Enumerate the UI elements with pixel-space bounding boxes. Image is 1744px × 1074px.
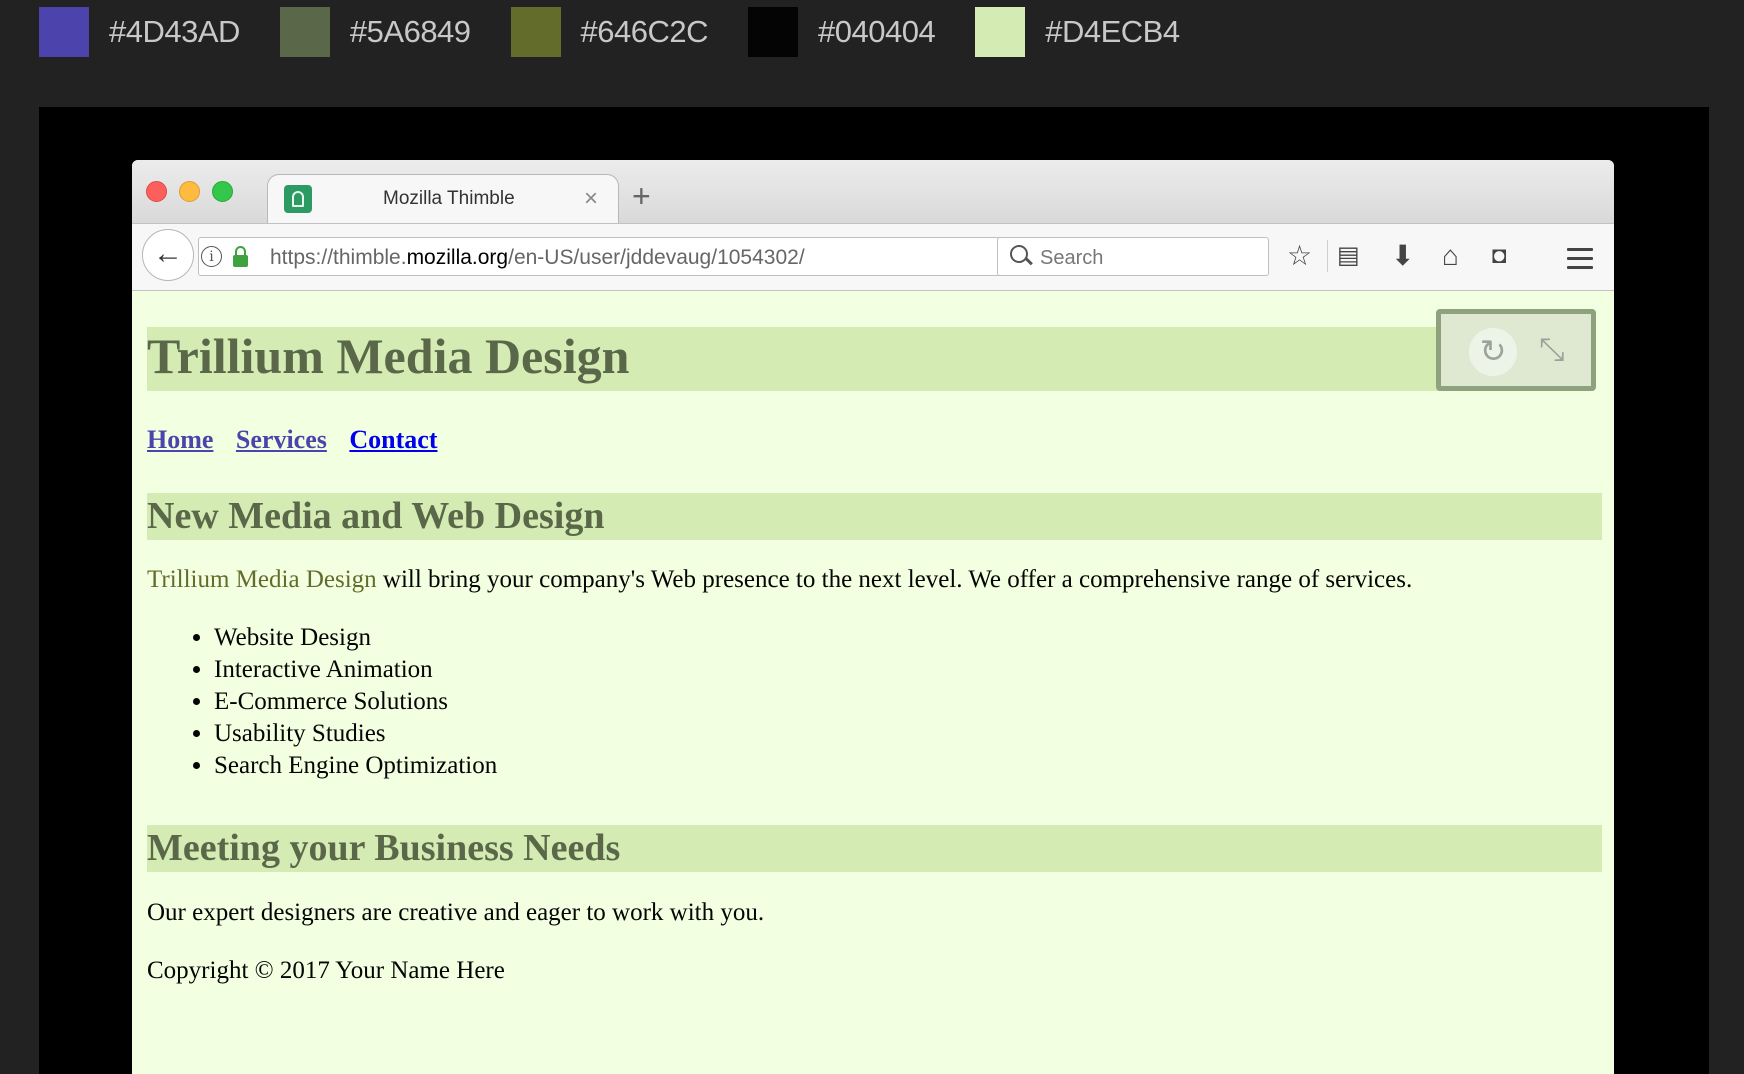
section-heading: Meeting your Business Needs [147, 825, 1602, 872]
color-swatch [748, 7, 799, 57]
intro-text: will bring your company's Web presence t… [376, 566, 1413, 593]
section-heading: New Media and Web Design [147, 493, 1602, 540]
preview-controls: ↻ ⤡ [1436, 309, 1596, 391]
palette-item: #646C2C [510, 7, 709, 57]
intro-paragraph: Trillium Media Design will bring your co… [147, 566, 1412, 594]
screenshot-frame: Mozilla Thimble × + ← i https://thimble.… [39, 107, 1709, 1074]
close-window-button[interactable] [146, 181, 167, 202]
site-nav: Home Services Contact [147, 425, 453, 455]
palette-item: #040404 [748, 7, 936, 57]
nav-link-services[interactable]: Services [236, 425, 327, 454]
page-title: Trillium Media Design [147, 327, 1489, 391]
page-content: Trillium Media Design ↻ ⤡ Home Services … [132, 291, 1614, 1074]
url-bar[interactable]: i https://thimble.mozilla.org/en-US/user… [198, 237, 1115, 276]
list-item: Search Engine Optimization [214, 750, 497, 782]
bookmark-star-icon[interactable]: ☆ [1287, 240, 1312, 272]
info-icon[interactable]: i [201, 246, 222, 267]
color-swatch [510, 7, 561, 57]
browser-window: Mozilla Thimble × + ← i https://thimble.… [132, 160, 1614, 1074]
copyright-text: Copyright © 2017 Your Name Here [147, 957, 505, 984]
refresh-preview-icon[interactable]: ↻ [1469, 328, 1517, 376]
back-arrow-icon: ← [153, 237, 183, 270]
list-item: Interactive Animation [214, 654, 497, 686]
pocket-icon[interactable]: ◘ [1492, 240, 1507, 272]
toolbar-divider [1327, 240, 1328, 272]
palette-item: #D4ECB4 [975, 7, 1180, 57]
color-hex-label: #646C2C [580, 14, 709, 49]
color-hex-label: #4D43AD [109, 14, 240, 49]
thimble-favicon-icon [284, 185, 312, 213]
lock-icon[interactable] [233, 246, 248, 267]
color-palette: #4D43AD #5A6849 #646C2C #040404 #D4ECB4 [39, 7, 1220, 57]
url-path: /en-US/user/jddevaug/1054302/ [508, 246, 805, 269]
color-swatch [975, 7, 1026, 57]
services-list: Website Design Interactive Animation E-C… [180, 622, 497, 782]
home-icon[interactable]: ⌂ [1442, 240, 1459, 272]
close-tab-icon[interactable]: × [584, 185, 598, 213]
zoom-window-button[interactable] [212, 181, 233, 202]
url-prefix: https://thimble. [270, 246, 407, 269]
new-tab-icon[interactable]: + [632, 178, 651, 215]
reading-list-icon[interactable]: ▤ [1337, 240, 1360, 272]
search-placeholder: Search [1040, 247, 1104, 269]
color-hex-label: #D4ECB4 [1045, 14, 1180, 49]
navigation-toolbar: ← i https://thimble.mozilla.org/en-US/us… [132, 223, 1614, 291]
search-input[interactable]: Search [997, 237, 1269, 276]
minimize-window-button[interactable] [179, 181, 200, 202]
list-item: E-Commerce Solutions [214, 686, 497, 718]
browser-tab[interactable]: Mozilla Thimble × [267, 174, 619, 225]
collapse-preview-icon[interactable]: ⤡ [1539, 326, 1565, 372]
hamburger-menu-icon[interactable] [1567, 248, 1593, 275]
title-bar: Mozilla Thimble × + [132, 160, 1614, 225]
expert-paragraph: Our expert designers are creative and ea… [147, 899, 765, 926]
brand-name: Trillium Media Design [147, 566, 377, 593]
palette-item: #5A6849 [279, 7, 471, 57]
url-domain: mozilla.org [406, 246, 509, 269]
color-hex-label: #040404 [818, 14, 936, 49]
color-swatch [279, 7, 330, 57]
search-icon [1010, 245, 1028, 263]
palette-item: #4D43AD [39, 7, 240, 57]
nav-link-home[interactable]: Home [147, 425, 213, 454]
nav-link-contact[interactable]: Contact [349, 425, 437, 454]
list-item: Usability Studies [214, 718, 497, 750]
download-icon[interactable]: ⬇ [1391, 240, 1414, 272]
tab-title: Mozilla Thimble [383, 188, 515, 209]
list-item: Website Design [214, 622, 497, 654]
color-swatch [39, 7, 89, 57]
back-button[interactable]: ← [142, 229, 194, 281]
color-hex-label: #5A6849 [349, 14, 471, 49]
url-text[interactable]: https://thimble.mozilla.org/en-US/user/j… [270, 246, 805, 270]
